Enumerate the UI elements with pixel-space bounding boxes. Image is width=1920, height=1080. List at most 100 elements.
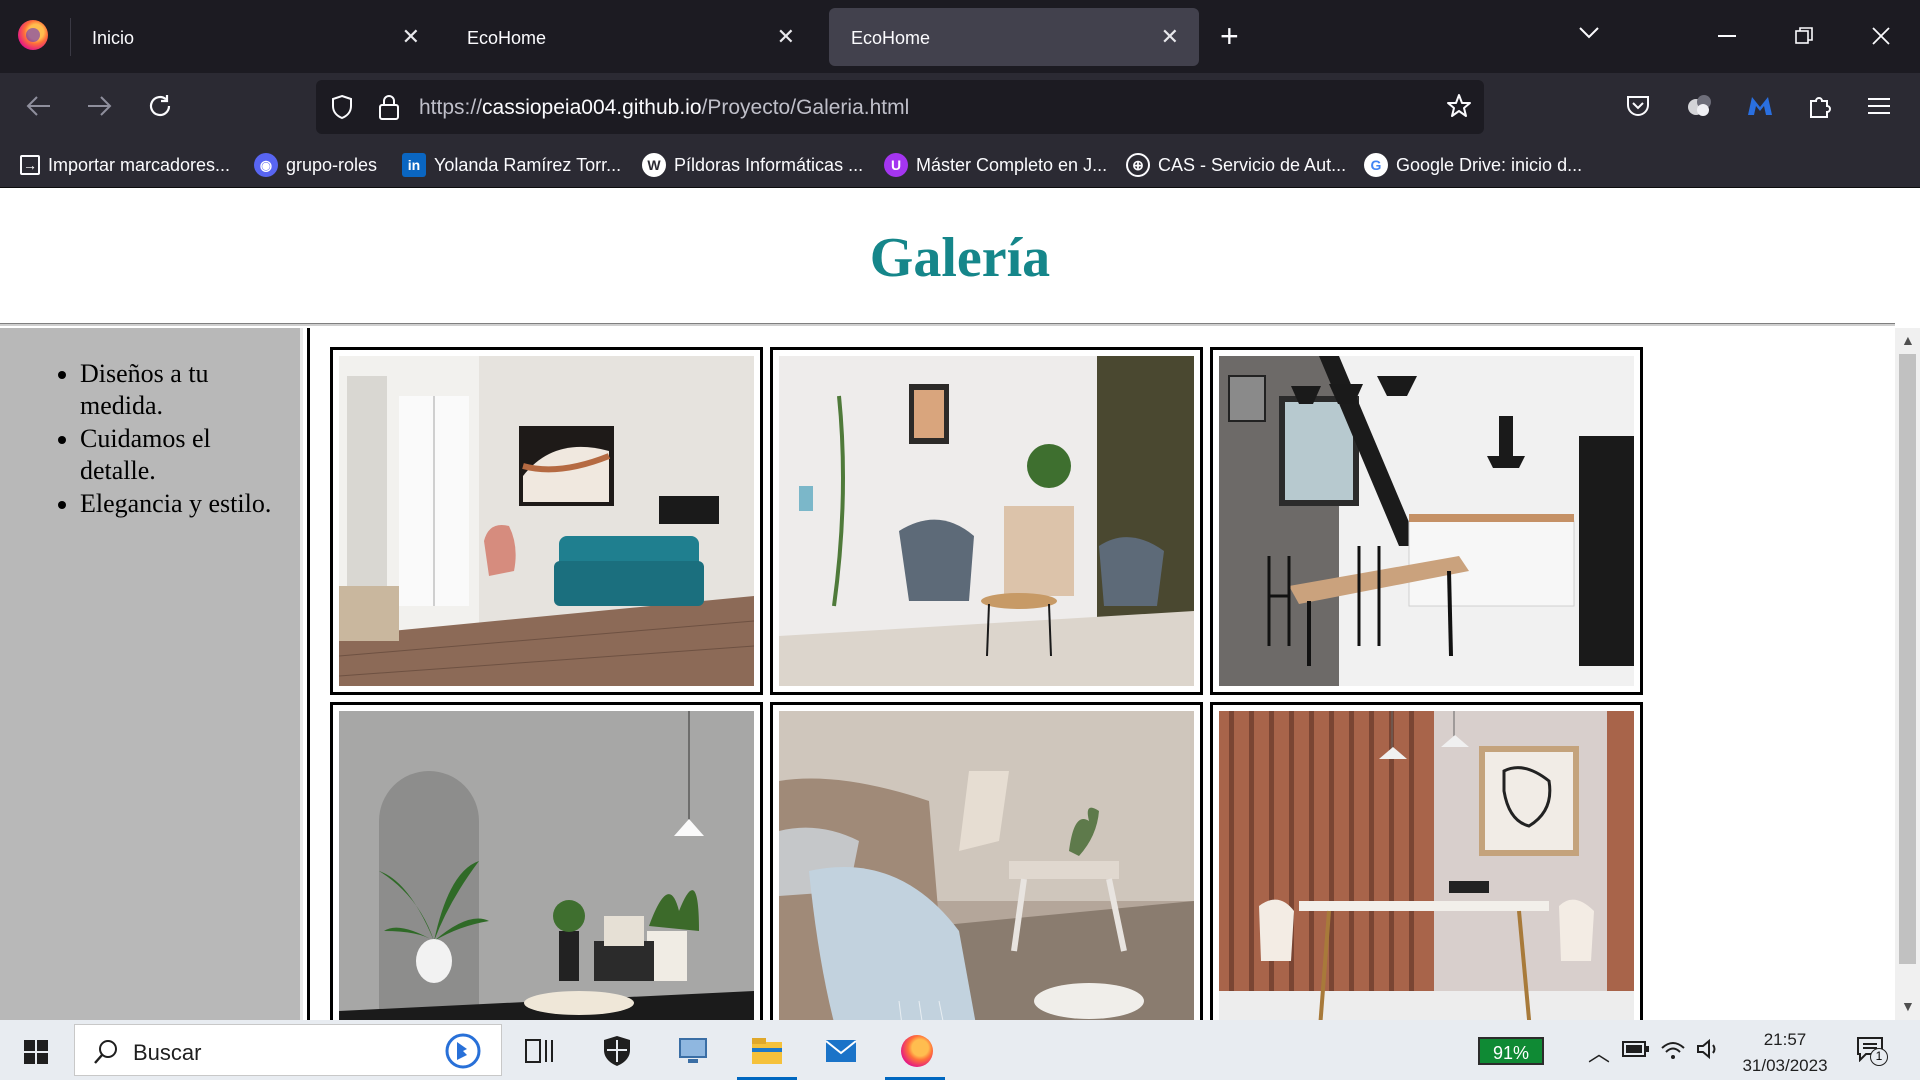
bookmark-label: Google Drive: inicio d... [1396,154,1583,175]
bookmark-label: Píldoras Informáticas ... [674,154,864,175]
extension-avatar-icon[interactable] [1686,93,1714,119]
clock-date: 31/03/2023 [1742,1056,1828,1075]
new-tab-button[interactable]: + [1220,20,1239,52]
page-header: Galería [0,188,1895,326]
battery-icon[interactable] [1622,1040,1650,1058]
dining-wood-slats-photo[interactable] [1219,711,1634,1020]
url-text[interactable]: https://cassiopeia004.github.io/Proyecto… [419,96,909,120]
url-prefix: https:// [419,96,483,119]
tab-ecohome-active[interactable]: EcoHome ✕ [829,8,1199,66]
bing-icon[interactable] [441,1033,485,1069]
url-path: /Proyecto/Galeria.html [701,96,910,119]
bookmark-master[interactable]: U Máster Completo en J... [884,151,1107,179]
arch-niche-palm-photo[interactable] [339,711,754,1020]
tab-inicio[interactable]: Inicio ✕ [70,8,440,66]
extensions-puzzle-icon[interactable] [1808,93,1832,119]
show-hidden-icons-chevron-icon[interactable]: ︿ [1588,1036,1610,1068]
bookmark-star-icon[interactable] [1446,93,1472,119]
import-icon: → [20,155,40,175]
tab-label: EcoHome [467,28,547,48]
taskbar-search-box[interactable]: Buscar [74,1024,502,1076]
address-bar[interactable]: https://cassiopeia004.github.io/Proyecto… [316,80,1484,134]
notification-center-icon[interactable]: 1 [1856,1036,1888,1066]
wifi-icon[interactable] [1660,1038,1686,1060]
scroll-up-arrow-icon[interactable]: ▲ [1901,332,1915,348]
hamburger-menu-icon[interactable] [1868,97,1890,115]
page-scrollbar[interactable]: ▲ ▼ [1895,328,1920,1020]
close-icon[interactable]: ✕ [1161,24,1179,50]
restore-icon[interactable] [1795,27,1813,45]
bookmark-cas[interactable]: ⊕ CAS - Servicio de Aut... [1126,151,1346,179]
shield-icon[interactable] [330,94,354,120]
mail-icon[interactable] [822,1032,860,1070]
clock-time: 21:57 [1763,1030,1807,1049]
close-window-icon[interactable] [1872,27,1890,45]
kitchen-dining-table-photo[interactable] [1219,356,1634,686]
bookmark-linkedin[interactable]: in Yolanda Ramírez Torr... [402,151,621,179]
gallery-item[interactable] [1210,702,1643,1020]
pocket-icon[interactable] [1626,95,1650,117]
bookmark-label: Máster Completo en J... [916,154,1108,175]
notification-count-badge: 1 [1870,1048,1888,1066]
living-room-blue-sofa-photo[interactable] [339,356,754,686]
sidebar: Diseños a tu medida. Cuidamos el detalle… [0,328,303,1020]
bookmarks-toolbar: → Importar marcadores... ◉ grupo-roles i… [0,141,1920,188]
bookmark-label: grupo-roles [286,154,378,175]
bookmark-label: CAS - Servicio de Aut... [1158,154,1347,175]
file-explorer-icon[interactable] [748,1032,786,1070]
gallery-grid [330,347,1650,1020]
bookmark-grupo-roles[interactable]: ◉ grupo-roles [254,151,377,179]
system-clock[interactable]: 21:57 31/03/2023 [1730,1027,1840,1079]
back-arrow-icon[interactable] [26,95,52,117]
page-title: Galería [869,227,1051,289]
chevron-down-icon[interactable] [1578,26,1600,40]
lounge-chairs-plants-photo[interactable] [779,356,1194,686]
linkedin-icon: in [402,153,426,177]
gallery-item[interactable] [1210,347,1643,695]
gallery-item[interactable] [330,702,763,1020]
bookmark-label: Yolanda Ramírez Torr... [434,154,622,175]
monitor-icon[interactable] [674,1032,712,1070]
search-icon [94,1040,117,1064]
malwarebytes-icon[interactable] [1746,95,1774,117]
url-host: cassiopeia004.github.io [482,96,702,119]
bookmark-pildoras[interactable]: W Píldoras Informáticas ... [642,151,863,179]
wordpress-icon: W [642,153,666,177]
bookmark-label: Importar marcadores... [48,154,231,175]
header-divider [0,323,1895,326]
tab-label: EcoHome [851,28,931,48]
lock-icon[interactable] [378,93,400,121]
tab-ecohome[interactable]: EcoHome ✕ [445,8,815,66]
scroll-thumb[interactable] [1899,354,1916,964]
udemy-icon: U [884,153,908,177]
close-icon[interactable]: ✕ [777,24,795,50]
close-icon[interactable]: ✕ [402,24,420,50]
firefox-taskbar-icon[interactable] [898,1032,936,1070]
bedroom-throw-blanket-photo[interactable] [779,711,1194,1020]
reload-icon[interactable] [147,93,173,119]
battery-percentage-badge[interactable]: 91% [1478,1037,1544,1065]
minimize-icon[interactable] [1718,35,1736,37]
firefox-logo-icon[interactable] [18,20,48,50]
volume-icon[interactable] [1696,1038,1722,1060]
bookmark-importar[interactable]: → Importar marcadores... [20,151,230,179]
windows-start-icon[interactable] [24,1040,48,1064]
gallery-item[interactable] [330,347,763,695]
forward-arrow-icon[interactable] [86,95,112,117]
security-shield-icon[interactable] [598,1032,636,1070]
task-view-icon[interactable] [520,1032,558,1070]
feature-list: Diseños a tu medida. Cuidamos el detalle… [80,358,290,521]
list-item: Cuidamos el detalle. [80,423,290,487]
discord-icon: ◉ [254,153,278,177]
gallery-item[interactable] [770,702,1203,1020]
windows-taskbar: Buscar 91% ︿ 21:57 31/03/2023 1 [0,1020,1920,1080]
bookmark-google-drive[interactable]: G Google Drive: inicio d... [1364,151,1582,179]
scroll-down-arrow-icon[interactable]: ▼ [1901,998,1915,1014]
search-placeholder: Buscar [133,1040,202,1065]
sidebar-border [306,328,310,1020]
tab-strip: Inicio ✕ EcoHome ✕ EcoHome ✕ + [0,0,1920,73]
gallery-item[interactable] [770,347,1203,695]
list-item: Diseños a tu medida. [80,358,290,422]
globe-icon: ⊕ [1126,153,1150,177]
google-icon: G [1364,153,1388,177]
